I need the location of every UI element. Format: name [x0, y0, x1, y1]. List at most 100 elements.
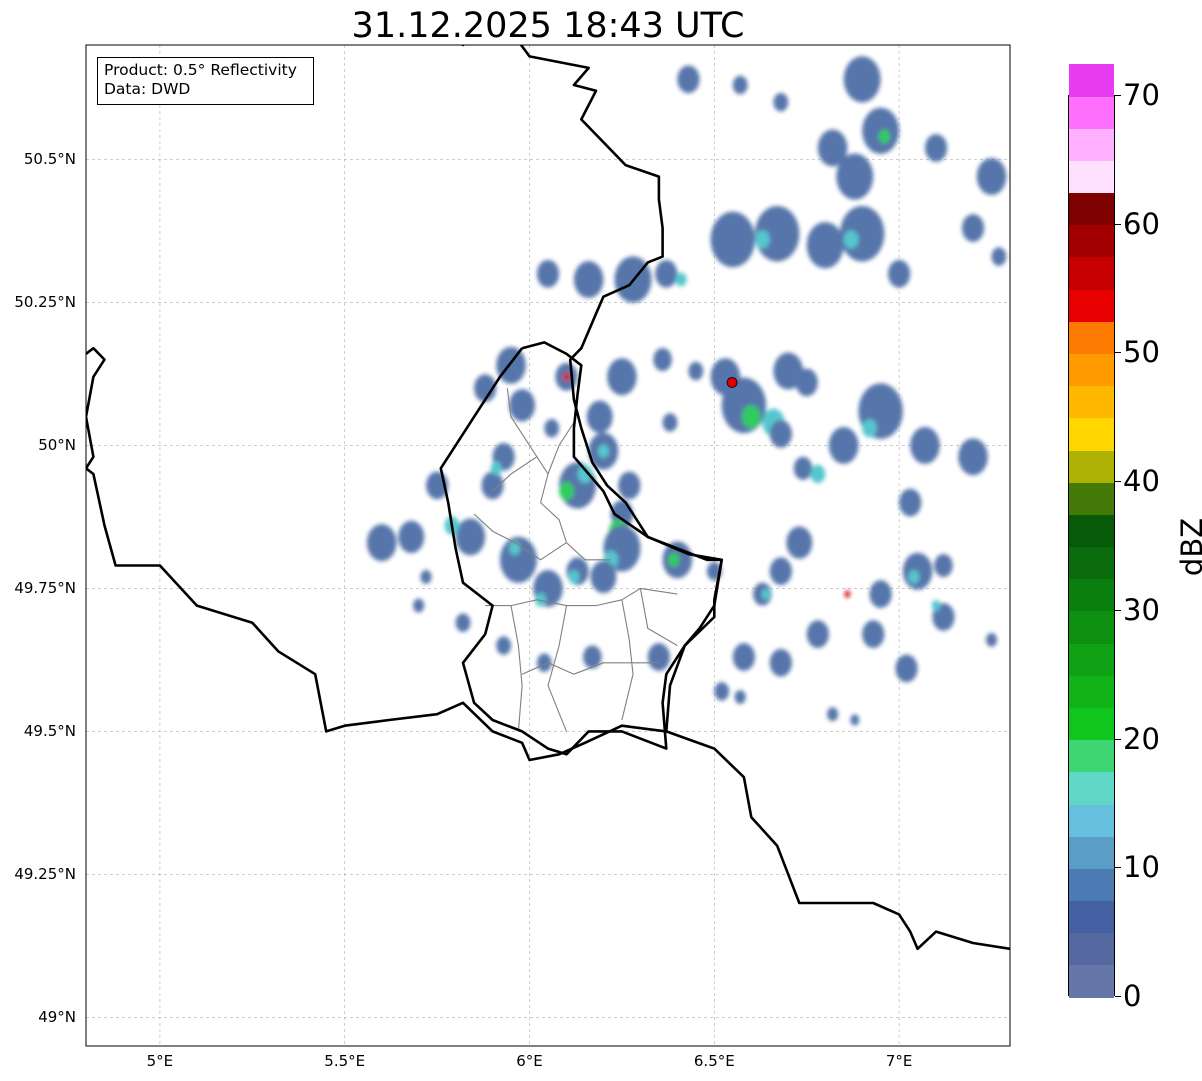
radar-echo — [878, 129, 890, 144]
colorbar-segment — [1069, 578, 1114, 612]
radar-echo — [934, 553, 953, 578]
colorbar-tick-mark — [1115, 95, 1121, 96]
radar-echo — [773, 92, 789, 112]
radar-echo — [985, 632, 998, 647]
radar-echo — [754, 230, 770, 249]
reflectivity-echoes — [366, 56, 1007, 726]
radar-echo — [924, 134, 948, 162]
radar-echo — [910, 426, 940, 464]
colorbar-segment — [1069, 964, 1114, 998]
colorbar-segment — [1069, 321, 1114, 355]
country-borders — [86, 45, 1010, 951]
radar-echo — [496, 636, 512, 655]
district-border-line — [621, 599, 634, 721]
radar-echo — [761, 588, 771, 600]
radar-echo — [769, 557, 792, 586]
radar-echo — [455, 518, 486, 556]
radar-echo — [899, 488, 922, 517]
colorbar-tick-label: 20 — [1123, 721, 1160, 756]
radar-echo — [536, 653, 552, 672]
colorbar-segment — [1069, 900, 1114, 934]
radar-echo — [710, 358, 741, 396]
radar-echo — [931, 600, 941, 612]
lat-tick-label: 49.5°N — [23, 722, 76, 741]
radar-echo — [869, 580, 892, 608]
lat-tick-label: 49.25°N — [14, 865, 76, 884]
radar-echo — [413, 598, 425, 613]
radar-echo — [895, 654, 918, 683]
colorbar-segment — [1069, 482, 1114, 515]
radar-site-marker[interactable] — [726, 377, 738, 388]
radar-echo — [958, 438, 988, 476]
radar-echo — [732, 75, 748, 95]
radar-echo — [714, 682, 730, 701]
radar-echo — [662, 413, 678, 432]
radar-echo — [490, 461, 502, 476]
colorbar-segment — [1069, 128, 1114, 161]
colorbar-segment — [1069, 836, 1114, 869]
colorbar-segment — [1069, 803, 1114, 837]
radar-echo — [509, 541, 521, 556]
district-border-line — [639, 588, 678, 647]
radar-echo — [844, 590, 851, 598]
colorbar-segment — [1069, 610, 1114, 644]
radar-echo — [991, 247, 1007, 266]
radar-map[interactable] — [0, 0, 1202, 1081]
colorbar-segment — [1069, 675, 1114, 708]
radar-echo — [769, 648, 792, 677]
radar-echo — [653, 348, 672, 372]
colorbar-tick-label: 30 — [1123, 592, 1160, 627]
radar-echo — [862, 620, 885, 649]
radar-echo — [607, 358, 637, 396]
lat-tick-label: 49°N — [38, 1008, 76, 1027]
radar-echo — [398, 520, 425, 554]
colorbar-segment — [1069, 514, 1114, 548]
data-source-text: Data: DWD — [104, 80, 191, 98]
radar-echo — [496, 346, 526, 384]
colorbar-tick-mark — [1115, 867, 1121, 869]
radar-echo — [843, 56, 881, 103]
colorbar-segment — [1069, 643, 1114, 676]
colorbar-segment — [1069, 63, 1114, 97]
reflectivity-colorbar — [1068, 63, 1115, 998]
radar-echo — [647, 643, 670, 671]
radar-site-layer — [726, 377, 738, 388]
colorbar-tick-label: 70 — [1123, 78, 1160, 112]
lat-tick-label: 50.5°N — [23, 150, 76, 169]
colorbar-unit-label: dBZ — [1175, 517, 1202, 577]
grid-lines — [86, 45, 1010, 1046]
radar-echo — [827, 707, 839, 722]
radar-echo — [420, 570, 432, 584]
country-border-line — [460, 45, 466, 47]
radar-echo — [618, 471, 641, 500]
colorbar-tick-mark — [1115, 481, 1121, 483]
radar-echo — [806, 222, 844, 269]
radar-echo — [536, 259, 560, 288]
colorbar-segment — [1069, 289, 1114, 322]
colorbar-tick-mark — [1115, 996, 1121, 997]
lon-tick-label: 6.5°E — [693, 1052, 735, 1070]
radar-echo — [976, 158, 1007, 196]
radar-echo — [850, 714, 860, 726]
radar-echo — [732, 643, 755, 671]
product-info-box: Product: 0.5° Reflectivity Data: DWD — [97, 57, 314, 105]
colorbar-segment — [1069, 546, 1114, 580]
colorbar-segment — [1069, 868, 1114, 902]
radar-echo — [862, 107, 900, 154]
radar-echo — [742, 405, 761, 429]
radar-echo — [509, 389, 536, 422]
colorbar-tick-label: 50 — [1123, 335, 1160, 370]
radar-echo — [573, 261, 604, 298]
colorbar-segment — [1069, 932, 1114, 966]
colorbar-segment — [1069, 771, 1114, 805]
colorbar-tick-mark — [1115, 609, 1121, 611]
radar-echo — [795, 368, 818, 397]
radar-echo — [786, 526, 813, 559]
radar-echo — [481, 471, 504, 500]
colorbar-tick-mark — [1115, 223, 1121, 225]
radar-echo — [366, 524, 397, 562]
radar-echo — [688, 361, 704, 381]
colorbar-segment — [1069, 160, 1114, 194]
radar-echo — [568, 570, 580, 584]
colorbar-tick-mark — [1115, 738, 1121, 740]
